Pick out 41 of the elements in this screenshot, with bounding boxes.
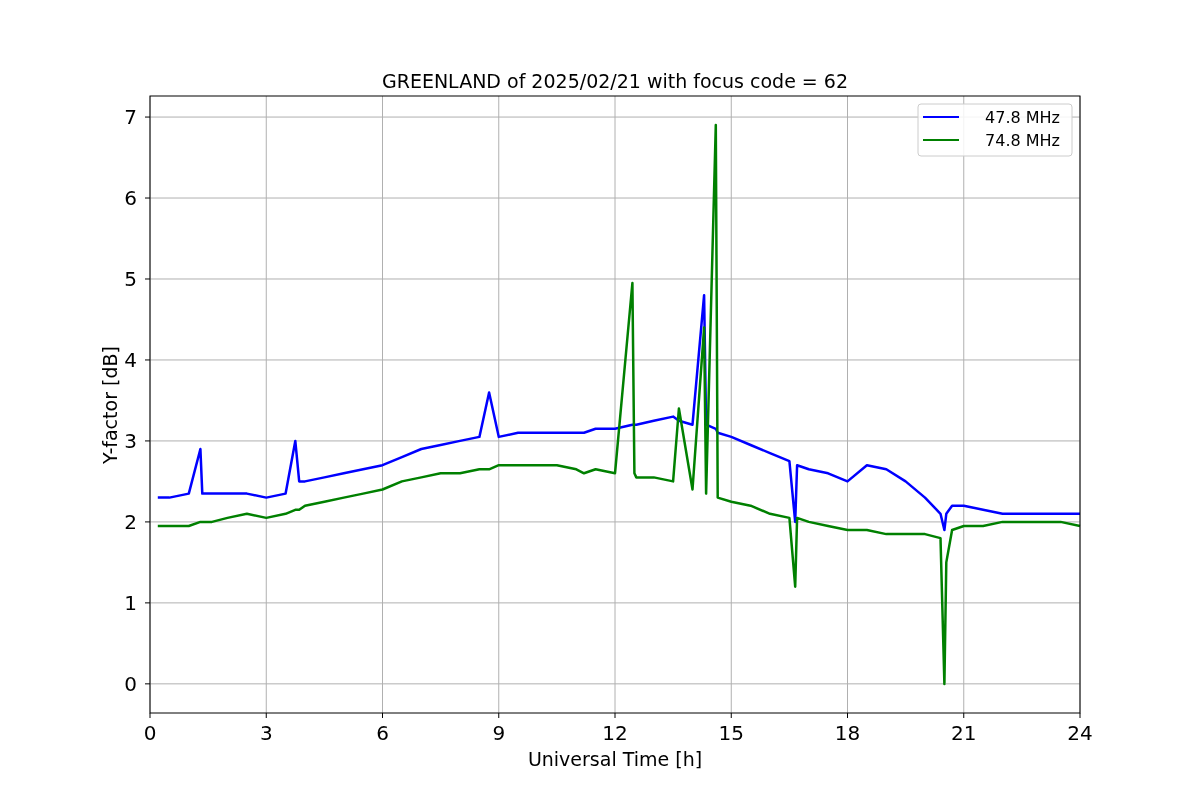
- tick-mark: [144, 440, 151, 442]
- legend-line: [922, 116, 960, 118]
- y-tick-label: 2: [124, 509, 137, 534]
- y-tick-label: 5: [124, 267, 137, 291]
- y-tick-label: 6: [124, 186, 137, 210]
- x-tick-label: 18: [834, 721, 861, 745]
- legend-line: [922, 139, 960, 141]
- x-tick-label: 15: [718, 721, 744, 745]
- tick-mark: [1079, 712, 1081, 719]
- tick-mark: [963, 712, 965, 719]
- tick-mark: [847, 712, 848, 719]
- tick-mark: [144, 521, 151, 523]
- y-tick-label: 4: [124, 347, 137, 372]
- y-tick-label: 1: [124, 590, 137, 615]
- x-tick-label: 0: [143, 721, 157, 745]
- y-tick-label: 7: [124, 105, 137, 130]
- legend-label: 74.8 MHz: [985, 131, 1060, 150]
- tick-mark: [144, 197, 151, 199]
- x-tick-label: 6: [376, 721, 389, 745]
- y-axis-label: Y-factor [dB]: [99, 346, 121, 464]
- x-tick-label: 12: [602, 721, 628, 745]
- tick-mark: [382, 712, 383, 719]
- tick-mark: [144, 683, 151, 685]
- x-axis-label: Universal Time [h]: [527, 748, 703, 770]
- tick-mark: [144, 278, 151, 280]
- chart-title: GREENLAND of 2025/02/21 with focus code = 62: [382, 70, 848, 92]
- tick-mark: [144, 602, 151, 604]
- x-tick-label: 3: [259, 721, 273, 745]
- y-tick-label: 0: [124, 671, 137, 696]
- x-tick-label: 9: [492, 721, 506, 745]
- tick-mark: [730, 712, 732, 719]
- tick-mark: [614, 712, 616, 719]
- legend-label: 47.8 MHz: [985, 108, 1060, 127]
- tick-mark: [144, 116, 151, 118]
- x-tick-label: 24: [1067, 721, 1093, 745]
- tick-mark: [265, 712, 267, 719]
- y-tick-label: 3: [124, 428, 137, 453]
- tick-mark: [498, 712, 500, 719]
- x-tick-label: 21: [951, 721, 977, 745]
- tick-mark: [149, 712, 151, 719]
- tick-mark: [144, 359, 151, 361]
